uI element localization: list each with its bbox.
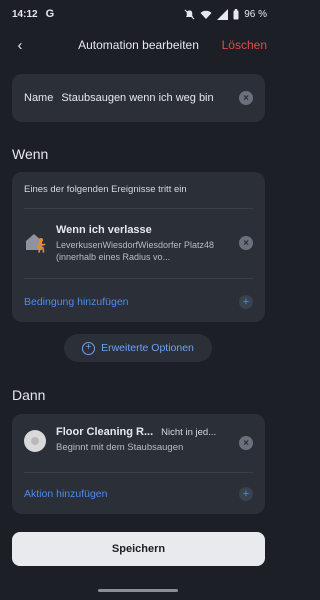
name-input[interactable]: Staubsaugen wenn ich weg bin [61, 92, 239, 104]
robot-vacuum-icon [24, 430, 46, 452]
save-button[interactable]: Speichern [12, 532, 265, 566]
divider [24, 472, 253, 473]
delete-button[interactable]: Löschen [222, 38, 267, 52]
name-label: Name [24, 92, 54, 104]
app-bar: ‹ Automation bearbeiten Löschen [0, 28, 277, 62]
add-condition-label: Bedingung hinzufügen [24, 296, 129, 308]
then-section-title: Dann [12, 387, 46, 403]
action-item[interactable]: Floor Cleaning R... Nicht in jed... Begi… [24, 424, 253, 468]
remove-action-icon[interactable]: × [239, 436, 253, 450]
when-subtitle: Eines der folgenden Ereignisse tritt ein [24, 184, 187, 195]
main-content: Name Staubsaugen wenn ich weg bin × Wenn… [0, 62, 277, 520]
remove-trigger-icon[interactable]: × [239, 236, 253, 250]
when-section-title: Wenn [12, 146, 49, 162]
google-icon: G [45, 8, 55, 20]
clear-name-icon[interactable]: × [239, 91, 253, 105]
status-bar: 14:12 G 96 % [0, 0, 277, 28]
trigger-description: LeverkusenWiesdorfWiesdorfer Platz48 (in… [56, 240, 215, 262]
plus-icon: + [239, 487, 253, 501]
divider [24, 278, 253, 279]
gesture-nav-bar[interactable] [98, 589, 178, 592]
action-device-name: Floor Cleaning R... [56, 426, 154, 438]
trigger-name: Wenn ich verlasse [56, 224, 152, 236]
battery-level: 96 % [244, 8, 267, 20]
plus-circle-icon: + [82, 341, 96, 355]
leave-home-icon [24, 230, 48, 254]
when-card: Eines der folgenden Ereignisse tritt ein… [12, 172, 265, 322]
advanced-options-label: Erweiterte Optionen [101, 342, 194, 354]
advanced-options-button[interactable]: + Erweiterte Optionen [64, 334, 212, 362]
action-description: Beginnt mit dem Staubsaugen [56, 442, 184, 453]
trigger-item[interactable]: Wenn ich verlasse LeverkusenWiesdorfWies… [24, 220, 253, 274]
add-condition-button[interactable]: Bedingung hinzufügen + [24, 290, 253, 314]
wifi-icon [200, 10, 212, 19]
add-action-button[interactable]: Aktion hinzufügen + [24, 482, 253, 506]
action-state: Nicht in jed... [161, 426, 217, 438]
mute-icon [184, 9, 195, 19]
signal-icon [217, 8, 229, 20]
back-arrow-icon[interactable]: ‹ [10, 35, 30, 55]
divider [24, 208, 253, 209]
clock: 14:12 [12, 8, 38, 20]
add-action-label: Aktion hinzufügen [24, 488, 108, 500]
name-field[interactable]: Name Staubsaugen wenn ich weg bin × [12, 74, 265, 122]
bottom-bar: Speichern [0, 520, 277, 600]
battery-icon [233, 8, 239, 19]
plus-icon: + [239, 295, 253, 309]
then-card: Floor Cleaning R... Nicht in jed... Begi… [12, 414, 265, 514]
